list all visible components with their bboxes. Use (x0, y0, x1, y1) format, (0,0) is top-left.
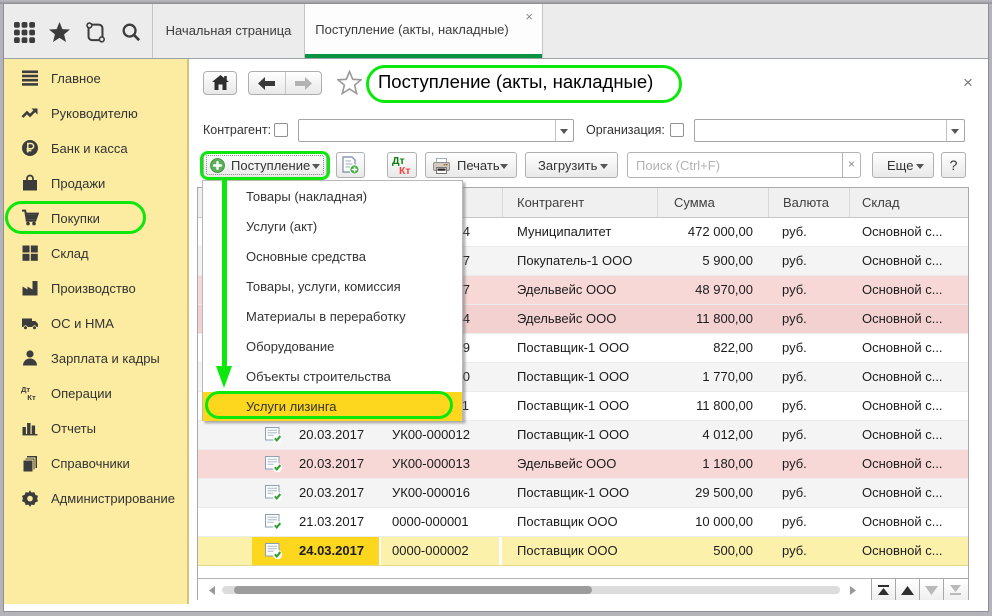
svg-text:Кт: Кт (27, 393, 36, 402)
